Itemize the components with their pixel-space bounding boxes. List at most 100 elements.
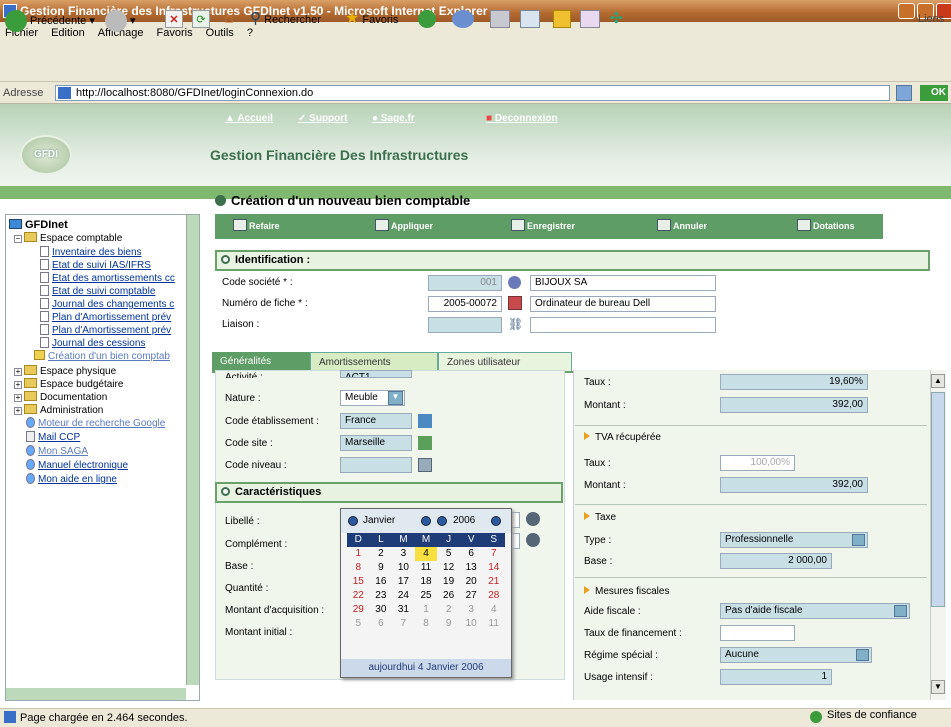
calendar-day[interactable]: 2	[370, 547, 393, 561]
scroll-thumb[interactable]	[931, 392, 945, 607]
nav-deconnexion[interactable]: ■ Deconnexion	[486, 113, 558, 124]
calendar-day[interactable]: 2	[437, 603, 460, 617]
tree-group-comptable[interactable]: − Espace comptable	[14, 232, 122, 244]
sidebar-item-plan-1[interactable]: Plan d'Amortissement prév	[40, 311, 171, 323]
taux-input[interactable]: 19,60%	[720, 374, 868, 390]
calculator-icon[interactable]	[508, 296, 522, 310]
usage-input[interactable]: 1	[720, 669, 832, 685]
tree-folder-documentation[interactable]: + Documentation	[14, 391, 107, 403]
messenger-icon[interactable]	[580, 10, 600, 28]
numero-fiche-input[interactable]: 2005-00072	[428, 296, 502, 312]
calendar-day[interactable]: 3	[392, 547, 415, 561]
calendar-day[interactable]: 6	[370, 617, 393, 631]
next-year-icon[interactable]	[491, 516, 501, 526]
sidebar-link[interactable]: Mail CCP	[38, 432, 80, 443]
aide-select[interactable]: Pas d'aide fiscale	[720, 603, 910, 619]
annuler-button[interactable]: Annuler	[657, 219, 707, 231]
folder-icon[interactable]	[553, 10, 571, 28]
sidebar-link[interactable]: Journal des cessions	[52, 338, 145, 349]
sidebar-link[interactable]: Etat de suivi IAS/IFRS	[52, 260, 151, 271]
menu-outils[interactable]: Outils	[206, 27, 234, 39]
sidebar-item-inventaire[interactable]: Inventaire des biens	[40, 246, 142, 258]
calendar-today-link[interactable]: aujourdhui 4 Janvier 2006	[341, 659, 511, 677]
home-icon[interactable]: ⌂	[220, 10, 238, 28]
tab-generalites[interactable]: Généralités	[212, 352, 310, 372]
calendar-day-today[interactable]: 4	[414, 547, 438, 561]
calendar-day[interactable]: 1	[415, 603, 438, 617]
calendar-day[interactable]: 1	[347, 547, 370, 561]
calendar-day[interactable]: 17	[392, 575, 415, 589]
nav-support[interactable]: ✓ Support	[298, 113, 348, 124]
calendar-day[interactable]: 24	[392, 589, 415, 603]
sidebar-link-mail[interactable]: Mail CCP	[26, 431, 80, 443]
calendar-day[interactable]: 3	[460, 603, 483, 617]
calendar-day[interactable]: 10	[460, 617, 483, 631]
calendar-day[interactable]: 11	[482, 617, 505, 631]
chevron-down-icon[interactable]	[894, 605, 907, 617]
financement-input[interactable]	[720, 625, 795, 641]
calendar-day[interactable]: 5	[347, 617, 370, 631]
stop-icon[interactable]: ✕	[165, 10, 183, 28]
sidebar-link-manuel[interactable]: Manuel électronique	[26, 459, 128, 471]
enregistrer-button[interactable]: Enregistrer	[511, 219, 575, 231]
niveau-input[interactable]	[340, 457, 412, 473]
calendar-day[interactable]: 8	[415, 617, 438, 631]
calendar-day[interactable]: 14	[482, 561, 505, 575]
sidebar-link-saga[interactable]: Mon SAGA	[26, 445, 88, 457]
favorites-button[interactable]: ★ Favoris	[345, 10, 398, 29]
calendar-day[interactable]: 29	[347, 603, 370, 617]
sidebar-link[interactable]: Moteur de recherche Google	[38, 418, 165, 429]
sidebar-link[interactable]: Etat des amortissements cc	[52, 273, 175, 284]
calendar-day[interactable]: 11	[415, 561, 438, 575]
sidebar-vscrollbar[interactable]	[186, 215, 199, 685]
edit-libelle-icon[interactable]	[526, 512, 540, 526]
calendar-day[interactable]: 4	[482, 603, 505, 617]
fiche-desc-input[interactable]: Ordinateur de bureau Dell	[530, 296, 716, 312]
calendar-day[interactable]: 31	[392, 603, 415, 617]
sidebar-link[interactable]: Manuel électronique	[38, 460, 128, 471]
calendar-day[interactable]: 6	[460, 547, 483, 561]
address-input[interactable]: http://localhost:8080/GFDInet/loginConne…	[55, 85, 890, 101]
sidebar-link-google[interactable]: Moteur de recherche Google	[26, 417, 165, 429]
type-select[interactable]: Professionnelle	[720, 532, 868, 548]
scroll-up-icon[interactable]: ▲	[931, 374, 945, 388]
site-input[interactable]: Marseille	[340, 435, 412, 451]
tree-root[interactable]: GFDInet	[9, 219, 68, 231]
date-picker[interactable]: Janvier 2006 DLMMJVS 1234567 8 9 10 11 12 13 1…	[340, 508, 512, 678]
tree-folder-administration[interactable]: + Administration	[14, 404, 103, 416]
scroll-down-icon[interactable]: ▼	[931, 680, 945, 694]
calendar-day[interactable]: 9	[370, 561, 393, 575]
tree-folder-budgetaire[interactable]: + Espace budgétaire	[14, 378, 123, 390]
etab-input[interactable]: France	[340, 413, 412, 429]
activite-input[interactable]: ACT1	[340, 370, 412, 378]
sidebar-item-creation[interactable]: Création d'un bien comptab	[34, 350, 170, 362]
liaison-desc-input[interactable]	[530, 317, 716, 333]
appliquer-button[interactable]: Appliquer	[375, 219, 433, 231]
refresh-icon[interactable]: ⟳	[192, 10, 210, 28]
level-icon[interactable]	[418, 458, 432, 472]
calendar-day[interactable]: 28	[482, 589, 505, 603]
sidebar-link[interactable]: Mon aide en ligne	[38, 474, 117, 485]
calendar-day[interactable]: 27	[460, 589, 483, 603]
nav-sage[interactable]: ● Sage.fr	[372, 113, 415, 124]
sidebar-item-amortissements[interactable]: Etat des amortissements cc	[40, 272, 175, 284]
chevron-down-icon[interactable]	[852, 534, 865, 546]
calendar-day[interactable]: 5	[437, 547, 460, 561]
calendar-day[interactable]: 18	[415, 575, 438, 589]
chevron-down-icon[interactable]	[856, 649, 869, 661]
sidebar-link[interactable]: Création d'un bien comptab	[48, 351, 170, 362]
prev-year-icon[interactable]	[437, 516, 447, 526]
history-icon[interactable]	[418, 10, 436, 28]
site-icon[interactable]	[418, 436, 432, 450]
tree-folder-physique[interactable]: + Espace physique	[14, 365, 116, 377]
building-icon[interactable]	[418, 414, 432, 428]
forward-button[interactable]: ▾	[105, 10, 136, 32]
link-icon[interactable]: ⛓	[508, 317, 523, 331]
calendar-year[interactable]: 2006	[453, 515, 475, 526]
search-societe-icon[interactable]	[508, 276, 521, 289]
sidebar-link[interactable]: Journal des changements c	[52, 299, 174, 310]
prev-month-icon[interactable]	[348, 516, 358, 526]
search-button[interactable]: ⚲ Rechercher	[250, 10, 321, 29]
calendar-day[interactable]: 12	[437, 561, 460, 575]
tab-zones-utilisateur[interactable]: Zones utilisateur	[438, 352, 572, 372]
